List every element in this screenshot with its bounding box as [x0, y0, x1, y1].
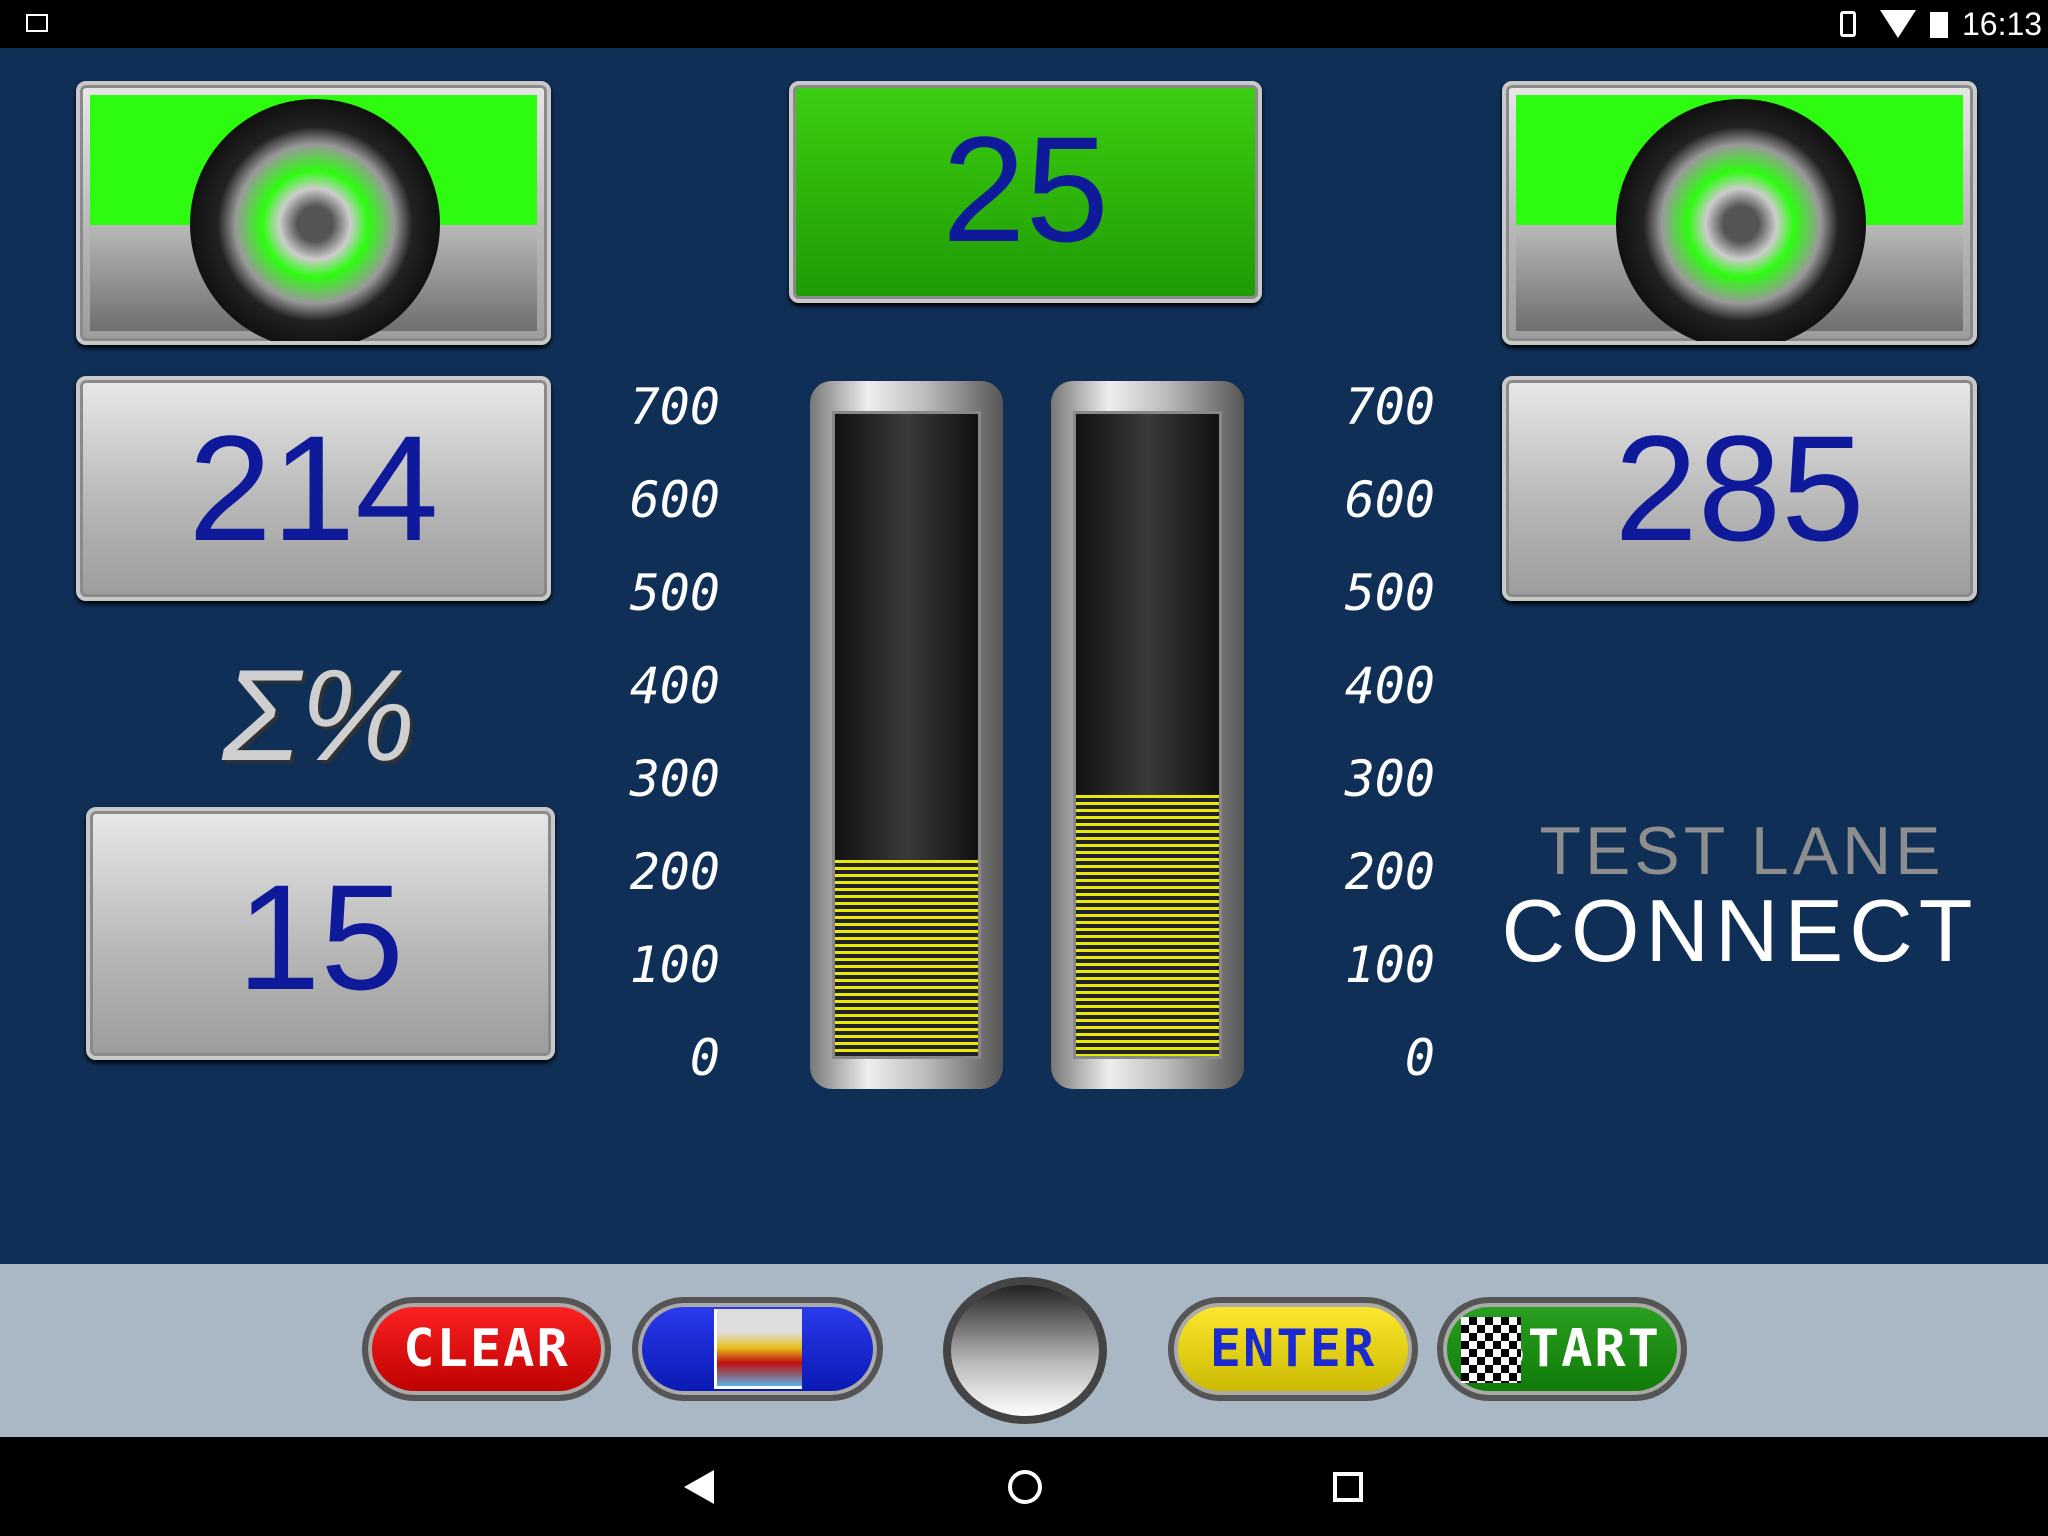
center-round-button[interactable]: [943, 1277, 1107, 1424]
sum-value-panel: 15: [86, 807, 555, 1060]
scale-tick-label: 0: [689, 1029, 720, 1087]
clear-button[interactable]: CLEAR: [362, 1297, 611, 1401]
logo-line2: CONNECT: [1501, 881, 1979, 980]
recents-icon[interactable]: [1333, 1472, 1363, 1502]
status-bar: 16:13: [0, 0, 2048, 48]
scale-tick-label: 300: [629, 750, 720, 808]
wifi-icon: [1880, 10, 1916, 38]
chart-icon: [713, 1309, 802, 1389]
scale-tick-label: 200: [629, 843, 720, 901]
image-icon: [26, 14, 48, 32]
wheel-icon: [190, 99, 440, 341]
scale-tick-label: 700: [629, 378, 720, 436]
left-wheel-panel: [76, 81, 551, 345]
logo-line1: TEST LANE: [1539, 813, 1945, 889]
battery-icon: [1930, 12, 1948, 38]
enter-button[interactable]: ENTER: [1168, 1297, 1418, 1401]
scale-tick-label: 600: [629, 471, 720, 529]
scale-tick-label: 500: [1344, 564, 1435, 622]
scale-tick-label: 400: [629, 657, 720, 715]
checkered-flag-icon: [1461, 1317, 1521, 1383]
right-bar-fill: [1076, 794, 1219, 1056]
right-value-panel: 285: [1502, 376, 1977, 601]
back-icon[interactable]: [684, 1470, 714, 1504]
center-value-panel: 25: [789, 81, 1262, 303]
scale-tick-label: 0: [1404, 1029, 1435, 1087]
right-bar-gauge: [1051, 381, 1244, 1089]
left-bar-gauge: [810, 381, 1003, 1089]
left-bar-fill: [835, 859, 978, 1056]
chart-button[interactable]: [632, 1297, 883, 1401]
sum-percent-label: Σ%: [222, 642, 416, 788]
clock: 16:13: [1962, 6, 2043, 42]
wheel-icon: [1616, 99, 1866, 341]
scale-tick-label: 500: [629, 564, 720, 622]
scale-tick-label: 200: [1344, 843, 1435, 901]
vibrate-icon: [1840, 11, 1856, 37]
right-wheel-panel: [1502, 81, 1977, 345]
home-icon[interactable]: [1008, 1470, 1042, 1504]
scale-tick-label: 600: [1344, 471, 1435, 529]
scale-tick-label: 300: [1344, 750, 1435, 808]
scale-tick-label: 700: [1344, 378, 1435, 436]
navigation-bar: [0, 1437, 2048, 1536]
scale-tick-label: 100: [1344, 936, 1435, 994]
left-value-panel: 214: [76, 376, 551, 601]
start-button[interactable]: START: [1437, 1297, 1687, 1401]
scale-tick-label: 400: [1344, 657, 1435, 715]
scale-tick-label: 100: [629, 936, 720, 994]
